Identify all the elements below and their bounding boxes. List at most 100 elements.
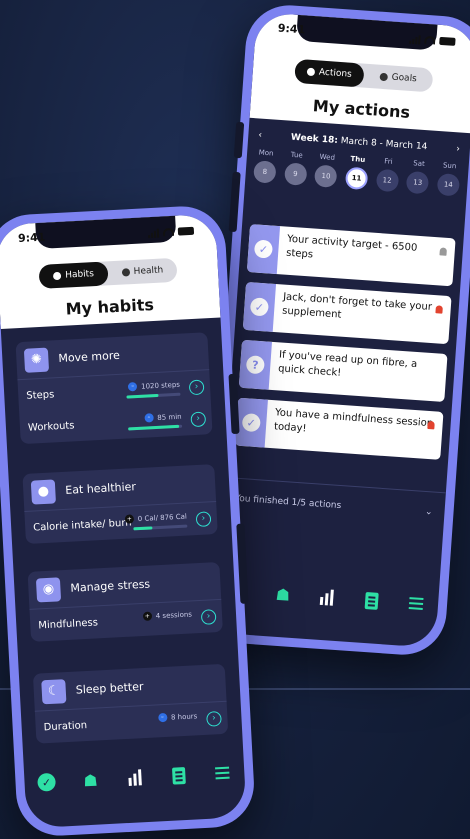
chevron-right-icon[interactable]: ›: [206, 711, 222, 727]
status-time: 9:41: [277, 21, 306, 37]
page-title: My habits: [65, 294, 155, 319]
day-number: 8: [253, 160, 277, 184]
action-status: ?: [238, 339, 272, 390]
tab-goals[interactable]: Goals: [363, 64, 434, 93]
status-icons: [409, 31, 456, 50]
habit-row-label: Workouts: [27, 419, 75, 434]
day-item[interactable]: Thu 11: [344, 154, 369, 191]
week-label: Week 18: March 8 - March 14: [290, 132, 428, 153]
progress-fill: [133, 526, 153, 531]
chevron-right-icon[interactable]: ›: [200, 609, 217, 625]
running-icon: ✺: [23, 347, 50, 373]
day-number: 13: [405, 170, 430, 195]
action-text: You have a mindfulness session today!: [273, 407, 434, 435]
plus-icon: +: [142, 611, 153, 621]
bell-icon[interactable]: [435, 305, 443, 314]
habit-row-label: Calorie intake/ burn: [32, 516, 132, 534]
people-icon: ☗: [275, 584, 291, 605]
day-strip: Mon 8 Tue 9 Wed 10 Thu 11 Fri 12 Sat 13 Sun 14: [245, 148, 469, 197]
bell-icon[interactable]: [439, 247, 447, 256]
actions-segmented-control[interactable]: Actions Goals: [294, 58, 434, 93]
habit-card: ☾ Sleep better Duration ◦ 8 hours ›: [32, 663, 229, 744]
health-icon: [121, 268, 130, 277]
progress-bar: [133, 524, 188, 531]
habit-row-label: Mindfulness: [38, 616, 99, 631]
day-name: Sat: [413, 159, 426, 169]
battery-icon: [439, 36, 456, 46]
check-icon: ✓: [37, 772, 57, 792]
habits-icon: [53, 271, 62, 281]
day-number: 12: [375, 168, 399, 193]
check-icon: ✓: [253, 239, 274, 259]
chevron-down-icon[interactable]: ⌄: [425, 506, 433, 517]
habit-card-title: Sleep better: [75, 680, 144, 697]
chevron-right-icon[interactable]: ›: [190, 411, 207, 428]
day-name: Thu: [350, 154, 366, 164]
status-icons: [148, 223, 195, 241]
week-selector: ‹ Week 18: March 8 - March 14 › Mon 8 Tue…: [245, 130, 470, 197]
head-icon: ◉: [35, 576, 62, 603]
finished-summary[interactable]: You finished 1/5 actions ⌄: [221, 476, 446, 533]
actions-tabbar: ✓ ☗: [216, 579, 439, 616]
day-number: 11: [344, 166, 369, 191]
habit-card-title: Eat healthier: [64, 480, 137, 497]
chevron-right-icon[interactable]: ›: [188, 379, 205, 396]
chart-icon: [127, 769, 142, 786]
action-card[interactable]: ✓ Jack, don't forget to take your supple…: [242, 281, 452, 345]
action-text: If you've read up on fibre, a quick chec…: [277, 349, 418, 379]
action-card[interactable]: ✓ You have a mindfulness session today!: [234, 397, 444, 460]
habits-tabbar: ✓ ☗: [24, 761, 245, 794]
document-icon: [364, 591, 379, 610]
device-icon: ◦: [127, 381, 138, 392]
day-item[interactable]: Sat 13: [405, 159, 430, 195]
tab-menu[interactable]: [404, 592, 427, 615]
action-text: Your activity target - 6500 steps: [285, 233, 418, 261]
day-item[interactable]: Tue 9: [283, 150, 308, 186]
day-item[interactable]: Sun 14: [436, 161, 461, 197]
habits-segmented-control[interactable]: Habits Health: [38, 257, 178, 289]
plate-icon: ●: [30, 478, 56, 505]
signal-icon: [148, 228, 160, 238]
action-card[interactable]: ? If you've read up on fibre, a quick ch…: [238, 339, 448, 403]
day-item[interactable]: Wed 10: [314, 153, 338, 188]
chevron-right-icon[interactable]: ›: [195, 511, 212, 528]
tab-menu[interactable]: [211, 761, 234, 784]
day-number: 10: [314, 164, 338, 188]
battery-icon: [177, 226, 195, 236]
day-number: 9: [283, 162, 308, 186]
progress-bar: [128, 424, 183, 431]
question-icon: ?: [245, 355, 265, 375]
action-status: ✓: [246, 224, 281, 275]
habit-row-value: ◦ 8 hours: [157, 711, 198, 723]
action-status: ✓: [234, 397, 268, 448]
day-item[interactable]: Mon 8: [253, 148, 277, 184]
action-text: Jack, don't forget to take your suppleme…: [281, 291, 433, 321]
day-item[interactable]: Fri 12: [375, 157, 399, 193]
tab-actions[interactable]: Actions: [294, 58, 365, 88]
menu-icon: [408, 602, 423, 606]
prev-week-icon[interactable]: ‹: [258, 130, 262, 140]
moon-icon: ☾: [41, 678, 67, 704]
habit-card-title: Manage stress: [70, 577, 151, 595]
tab-actions-nav[interactable]: ✓: [35, 771, 58, 794]
next-week-icon[interactable]: ›: [456, 144, 460, 154]
habit-row-label: Duration: [43, 719, 88, 733]
bell-icon[interactable]: [427, 420, 435, 430]
check-icon: ✓: [249, 297, 270, 317]
status-time: 9:41: [17, 230, 46, 245]
plus-icon: +: [124, 514, 135, 524]
habit-row-value: + 4 sessions: [142, 609, 193, 621]
document-icon: [171, 766, 186, 785]
tab-habits[interactable]: Habits: [38, 261, 109, 289]
tab-coach[interactable]: ☗: [79, 768, 102, 791]
tab-content[interactable]: [360, 589, 383, 612]
progress-fill: [126, 393, 159, 399]
tab-progress[interactable]: [316, 586, 339, 609]
tab-progress[interactable]: [123, 766, 146, 789]
device-icon: ◦: [157, 712, 168, 723]
tab-coach[interactable]: ☗: [271, 583, 294, 606]
tab-content[interactable]: [167, 764, 190, 787]
tab-health[interactable]: Health: [107, 258, 177, 286]
action-card[interactable]: ✓ Your activity target - 6500 steps: [246, 224, 456, 287]
habit-card: ● Eat healthier Calorie intake/ burn + 0…: [22, 464, 218, 544]
